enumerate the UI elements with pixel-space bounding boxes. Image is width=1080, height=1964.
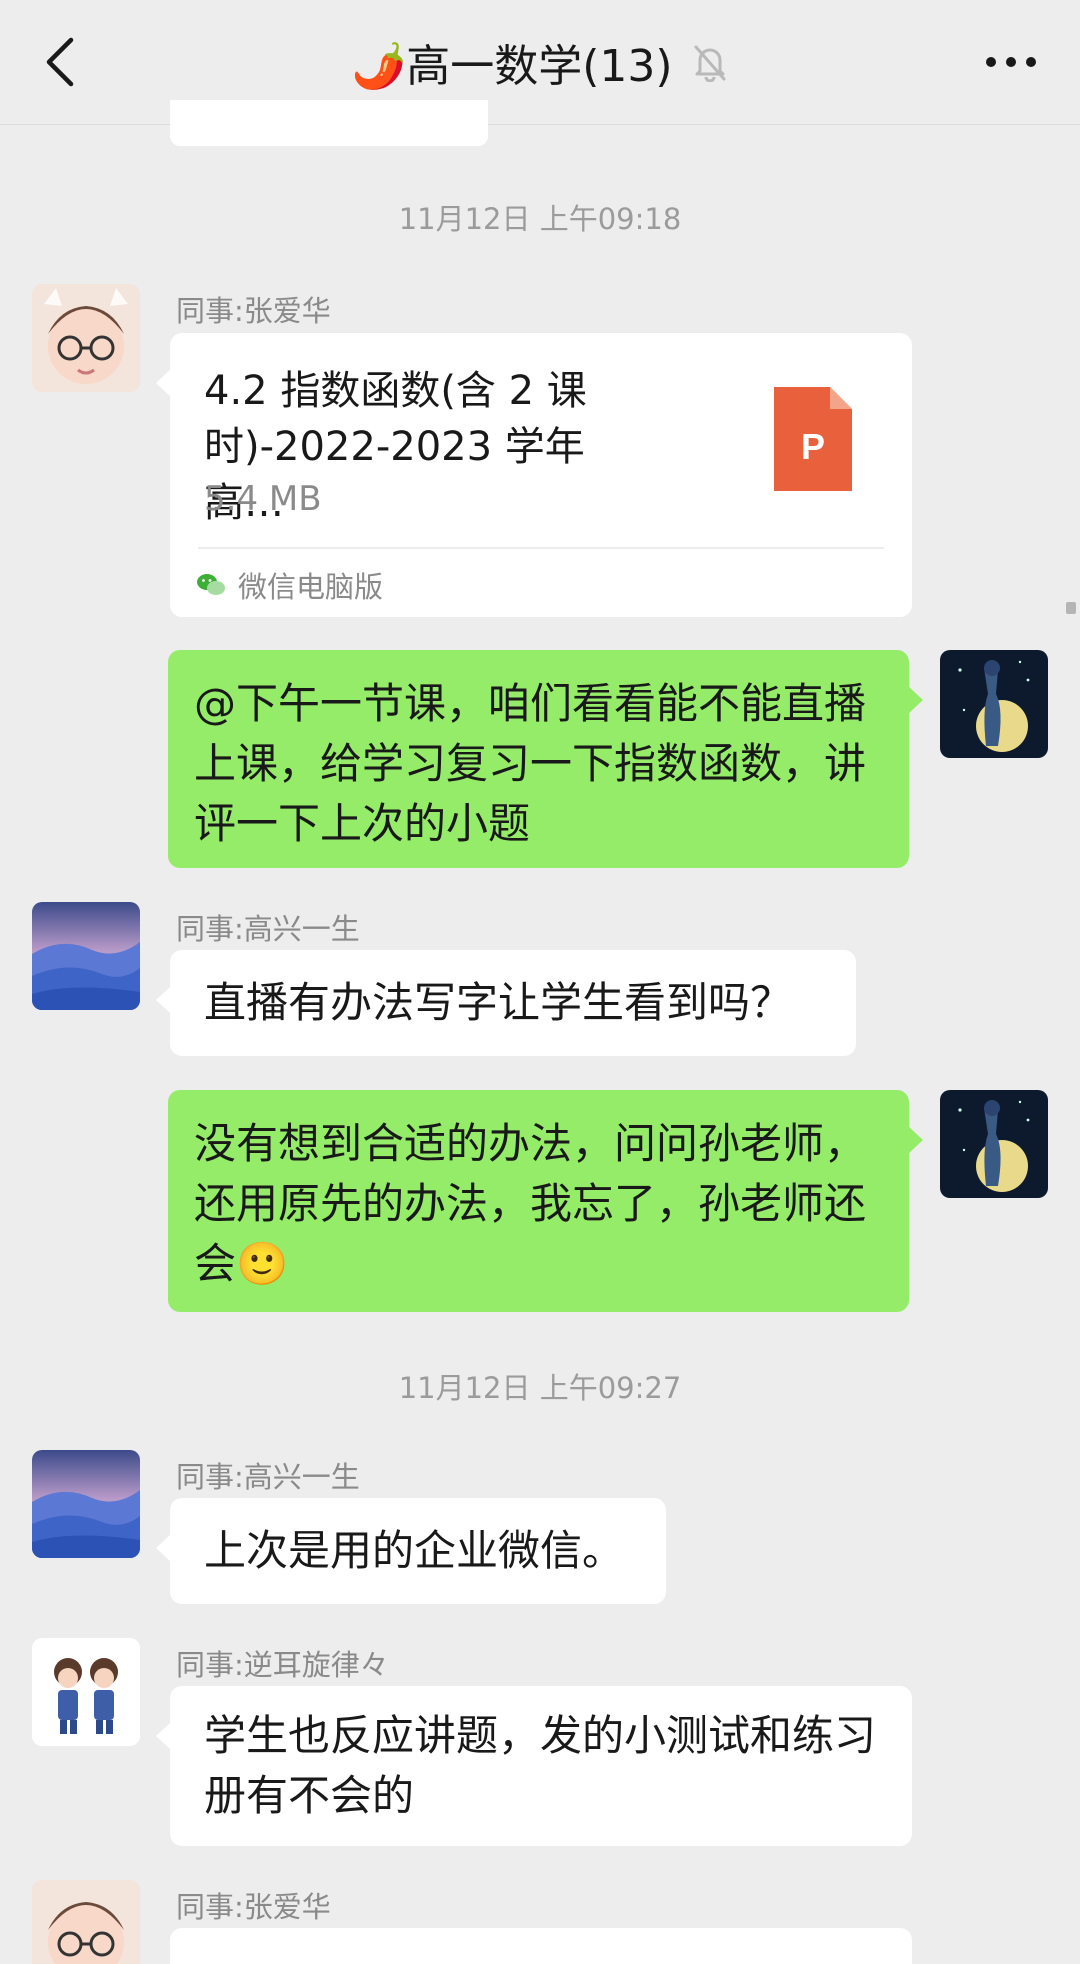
previous-message-bubble[interactable] — [170, 100, 488, 146]
file-size: 5.4 MB — [204, 479, 322, 519]
message-text: 上次是用的企业微信。 — [204, 1526, 625, 1575]
avatar[interactable] — [32, 284, 140, 392]
message-bubble[interactable] — [170, 1928, 912, 1964]
file-source-label: 微信电脑版 — [238, 570, 384, 604]
message-bubble[interactable]: 直播有办法写字让学生看到吗？ — [156, 950, 856, 1056]
avatar-image — [940, 1090, 1048, 1198]
avatar-image — [32, 1638, 140, 1746]
scrollbar-thumb[interactable] — [1066, 602, 1076, 614]
avatar-image — [940, 650, 1048, 758]
ppt-icon-letter: P — [801, 426, 825, 467]
avatar-image — [32, 902, 140, 1010]
wechat-logo-icon — [197, 574, 225, 595]
my-avatar[interactable] — [940, 1090, 1048, 1198]
message-text: 直播有办法写字让学生看到吗？ — [204, 978, 793, 1027]
sender-name: 同事:高兴一生 — [176, 912, 360, 946]
message-bubble-self[interactable]: 没有想到合适的办法，问问孙老师，还用原先的办法，我忘了，孙老师还会🙂 — [168, 1090, 923, 1312]
message-bubble-self[interactable]: @下午一节课，咱们看看能不能直播上课，给学习复习一下指数函数，讲评一下上次的小题 — [168, 650, 923, 868]
sender-name: 同事:逆耳旋律々 — [176, 1648, 389, 1682]
more-dots-icon — [986, 57, 1036, 67]
timestamp: 11月12日 上午09:27 — [398, 1371, 682, 1405]
avatar-image — [32, 1450, 140, 1558]
message-bubble[interactable]: 学生也反应讲题，发的小测试和练习册有不会的 — [156, 1686, 912, 1846]
avatar[interactable] — [32, 1880, 140, 1964]
timestamp: 11月12日 上午09:18 — [398, 202, 682, 236]
message-text: 没有想到合适的办法，问问孙老师，还用原先的办法，我忘了，孙老师还会🙂 — [194, 1119, 867, 1288]
sender-name: 同事:张爱华 — [176, 294, 331, 328]
card-divider — [198, 547, 884, 549]
ppt-file-icon: P — [774, 387, 852, 491]
more-button[interactable] — [976, 30, 1046, 94]
file-source: 微信电脑版 — [196, 563, 383, 607]
sender-name: 同事:张爱华 — [176, 1890, 331, 1924]
avatar-image — [32, 1880, 140, 1964]
avatar[interactable] — [32, 1638, 140, 1746]
bell-off-icon — [694, 45, 726, 82]
title-group: 🌶️高一数学(13) — [0, 30, 1080, 94]
chat-screen: 🌶️高一数学(13) 11月12日 上午09:18 同事:张爱华 4.2 指数函… — [0, 0, 1080, 1964]
chat-title: 🌶️高一数学(13) — [351, 41, 673, 92]
message-text: 学生也反应讲题，发的小测试和练习册有不会的 — [204, 1711, 877, 1820]
avatar[interactable] — [32, 902, 140, 1010]
avatar-image — [32, 284, 140, 392]
my-avatar[interactable] — [940, 650, 1048, 758]
message-text: @下午一节课，咱们看看能不能直播上课，给学习复习一下指数函数，讲评一下上次的小题 — [194, 679, 867, 848]
message-bubble[interactable]: 上次是用的企业微信。 — [156, 1498, 666, 1604]
chat-header: 🌶️高一数学(13) — [0, 0, 1080, 125]
file-message-card[interactable]: 4.2 指数函数(含 2 课时)-2022-2023 学年高… 5.4 MB P… — [156, 333, 912, 617]
sender-name: 同事:高兴一生 — [176, 1460, 360, 1494]
avatar[interactable] — [32, 1450, 140, 1558]
